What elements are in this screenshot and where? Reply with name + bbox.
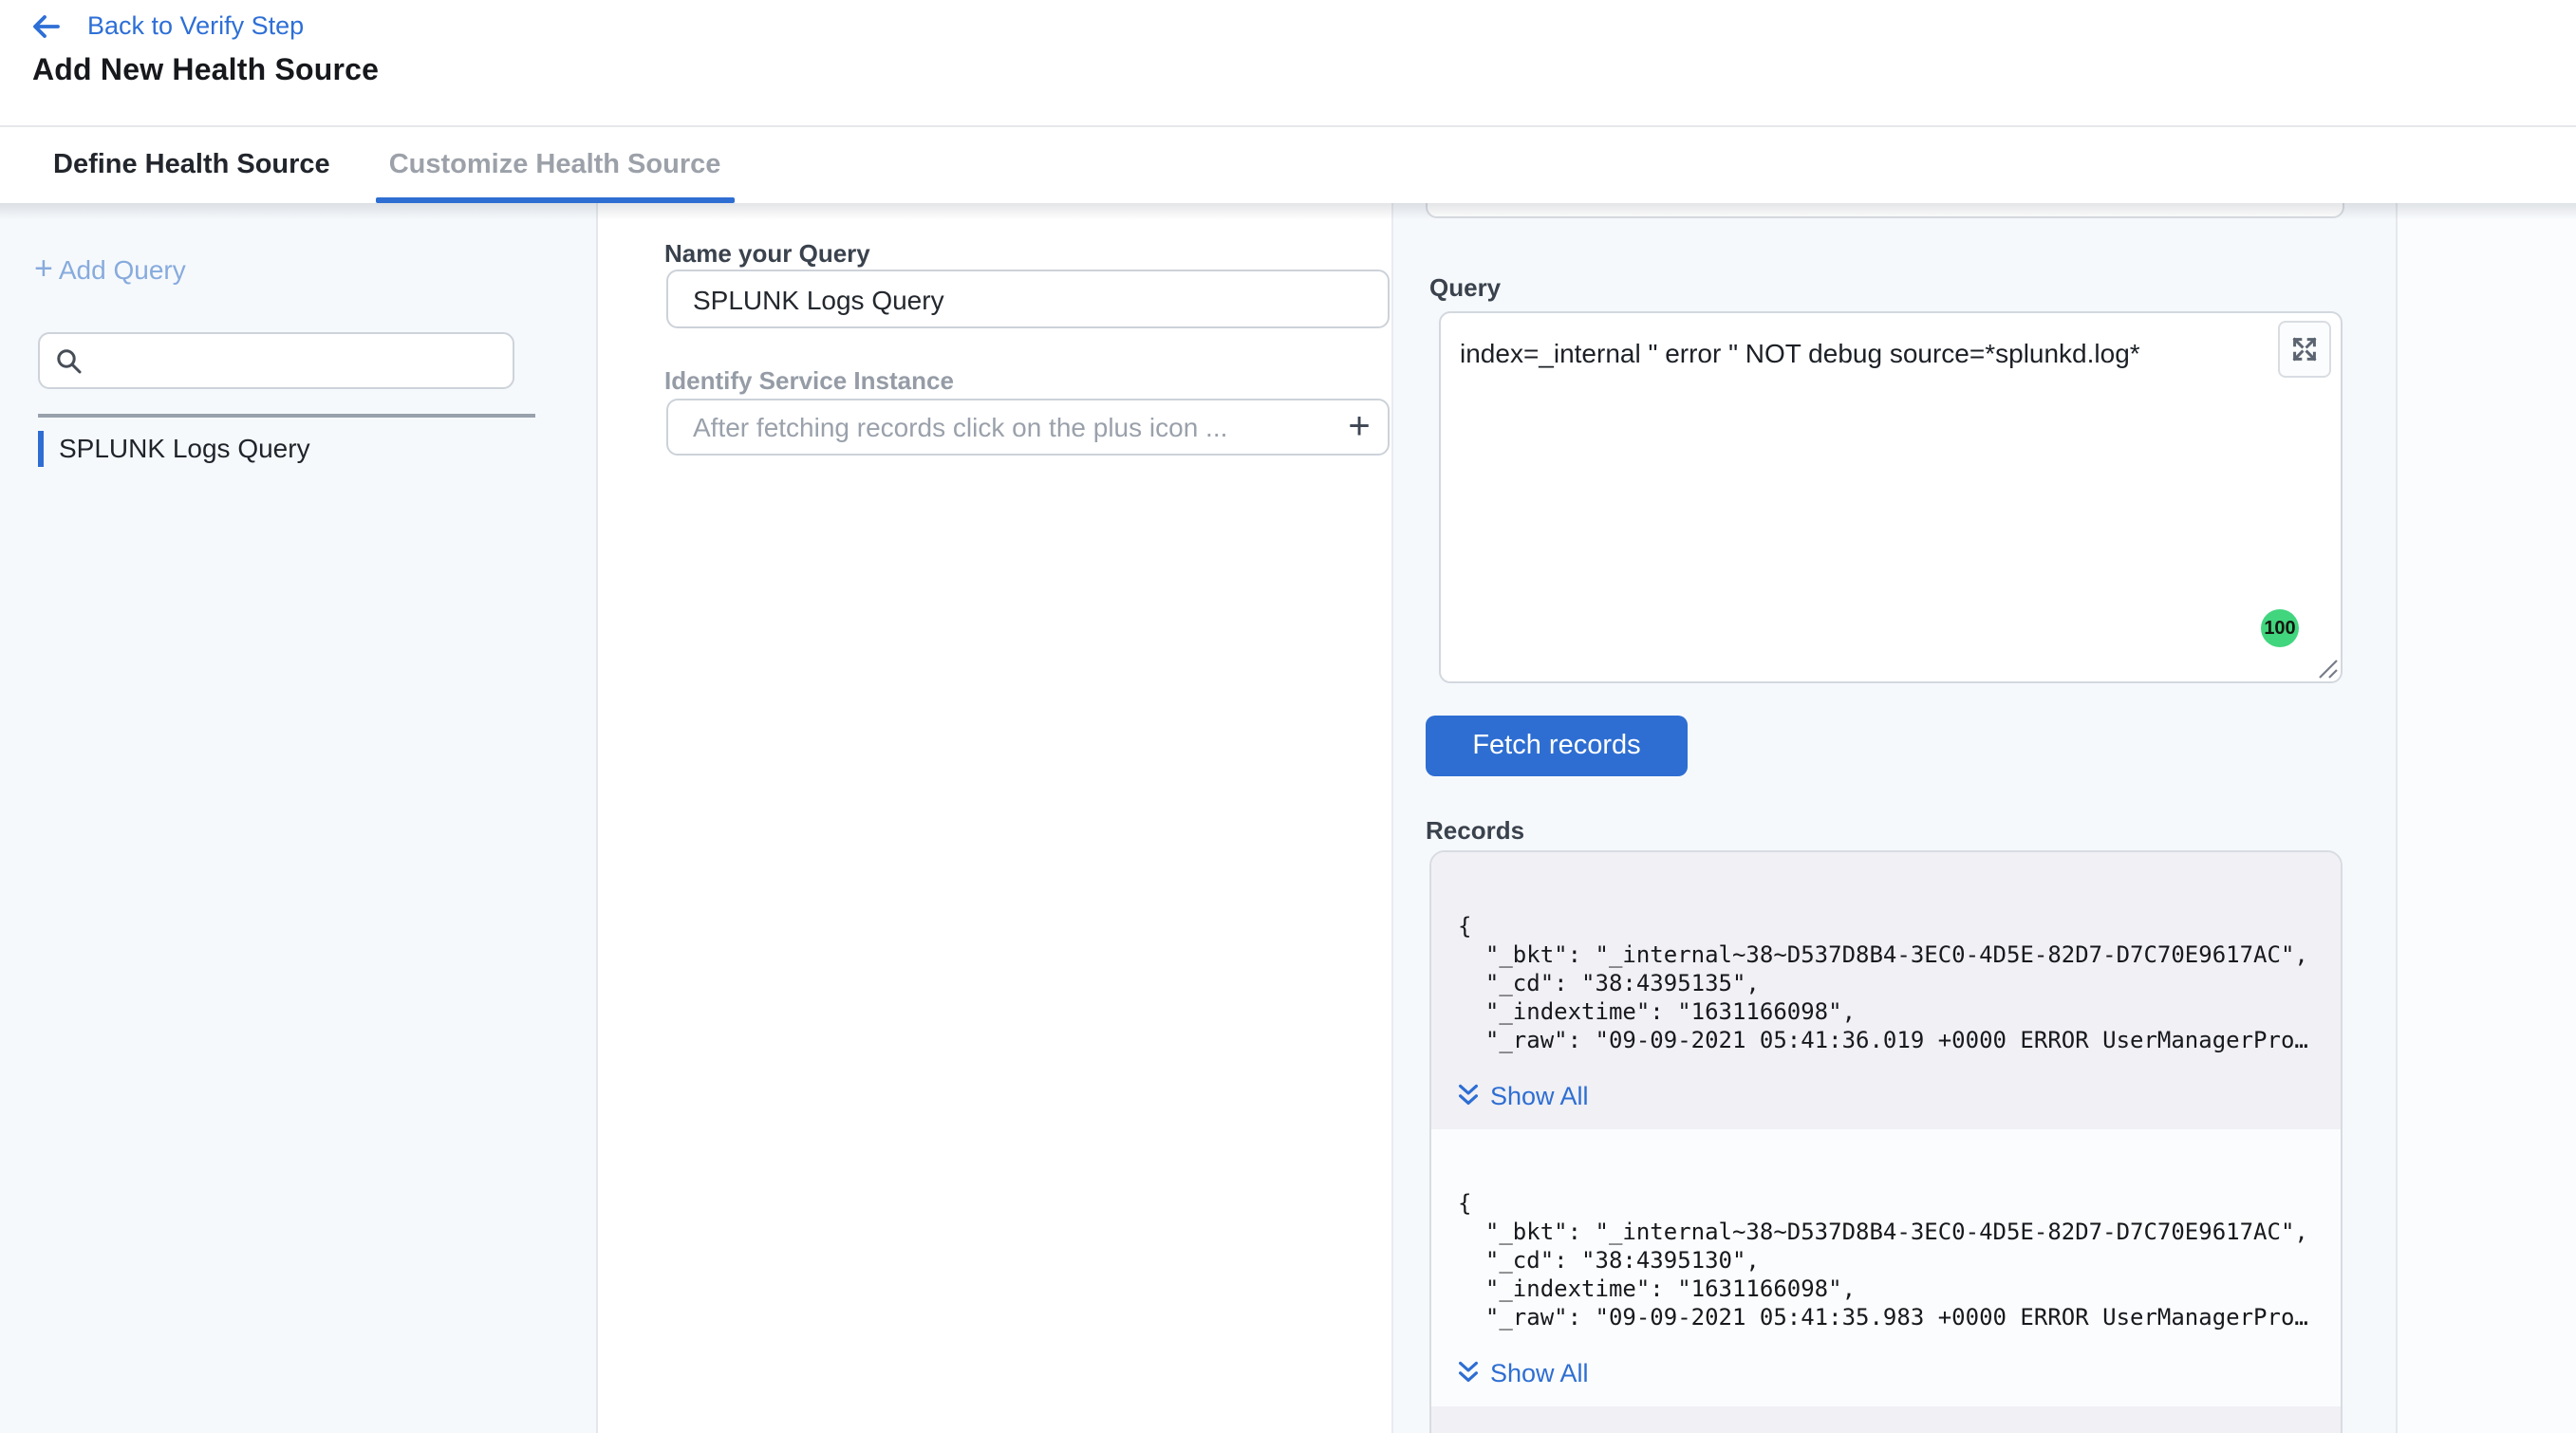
records-label: Records: [1426, 816, 1524, 845]
record-card: { "_bkt": "_internal~38~D537D8B4-3EC0-4D…: [1431, 852, 2341, 1129]
tab-label: Define Health Source: [53, 150, 330, 180]
page-header: Back to Verify Step Add New Health Sourc…: [0, 0, 2576, 127]
plus-icon: +: [34, 256, 53, 283]
sidebar-query-item[interactable]: SPLUNK Logs Query: [0, 429, 596, 467]
add-service-instance-plus-icon[interactable]: +: [1331, 400, 1388, 454]
show-all-link[interactable]: Show All: [1458, 1355, 2314, 1389]
chevron-double-down-icon: [1458, 1084, 1479, 1107]
name-query-label: Name your Query: [664, 239, 870, 268]
sidebar-query-item-label: SPLUNK Logs Query: [59, 433, 310, 463]
page-title: Add New Health Source: [32, 55, 379, 89]
tabbar: Define Health Source Customize Health So…: [0, 127, 2576, 203]
record-card: { "_bkt": "_internal~38~D537D8B4-3EC0-4D…: [1431, 1129, 2341, 1406]
resize-grip-icon[interactable]: [2318, 659, 2339, 679]
records-list: { "_bkt": "_internal~38~D537D8B4-3EC0-4D…: [1429, 850, 2343, 1433]
service-instance-label: Identify Service Instance: [664, 366, 954, 395]
expand-query-button[interactable]: [2278, 321, 2331, 378]
query-sidebar: + Add Query SPLUNK Logs Query: [0, 203, 598, 1433]
expand-icon: [2291, 336, 2318, 363]
record-json: { "_bkt": "_internal~38~D537D8B4-3EC0-4D…: [1458, 913, 2314, 1055]
clipped-input-field[interactable]: [1426, 203, 2344, 218]
search-icon: [55, 346, 84, 375]
show-all-label: Show All: [1490, 1081, 1589, 1109]
show-all-label: Show All: [1490, 1358, 1589, 1386]
show-all-link[interactable]: Show All: [1458, 1078, 2314, 1112]
query-search-input[interactable]: [95, 346, 513, 375]
record-count-badge: 100: [2261, 609, 2299, 647]
query-run-panel: Query index=_internal " error " NOT debu…: [1391, 203, 2398, 1433]
right-empty-panel: [2398, 203, 2576, 1433]
service-instance-field: +: [666, 399, 1390, 456]
arrow-left-icon: [30, 12, 61, 39]
record-card: [1431, 1406, 2341, 1433]
query-list: SPLUNK Logs Query: [0, 429, 596, 467]
tab-define-health-source[interactable]: Define Health Source: [53, 127, 330, 203]
query-editor[interactable]: index=_internal " error " NOT debug sour…: [1439, 311, 2343, 683]
add-query-label: Add Query: [59, 254, 186, 285]
tab-label: Customize Health Source: [389, 150, 721, 180]
query-search-box: [38, 332, 514, 389]
service-instance-input[interactable]: [668, 412, 1331, 442]
chevron-double-down-icon: [1458, 1361, 1479, 1384]
add-health-source-page: Back to Verify Step Add New Health Sourc…: [0, 0, 2576, 1433]
content-area: + Add Query SPLUNK Logs Query Name your …: [0, 203, 2576, 1433]
query-label: Query: [1429, 273, 1501, 302]
add-query-button[interactable]: + Add Query: [34, 254, 186, 285]
query-definition-panel: Name your Query Identify Service Instanc…: [598, 203, 1391, 1433]
query-text: index=_internal " error " NOT debug sour…: [1441, 313, 2265, 393]
selected-indicator-bar: [38, 430, 44, 466]
back-link[interactable]: Back to Verify Step: [30, 11, 304, 40]
record-json: { "_bkt": "_internal~38~D537D8B4-3EC0-4D…: [1458, 1190, 2314, 1332]
sidebar-divider: [38, 414, 535, 417]
back-link-label: Back to Verify Step: [87, 11, 304, 40]
tab-customize-health-source[interactable]: Customize Health Source: [376, 127, 735, 203]
query-name-input[interactable]: [666, 270, 1390, 328]
fetch-records-button[interactable]: Fetch records: [1426, 716, 1688, 776]
